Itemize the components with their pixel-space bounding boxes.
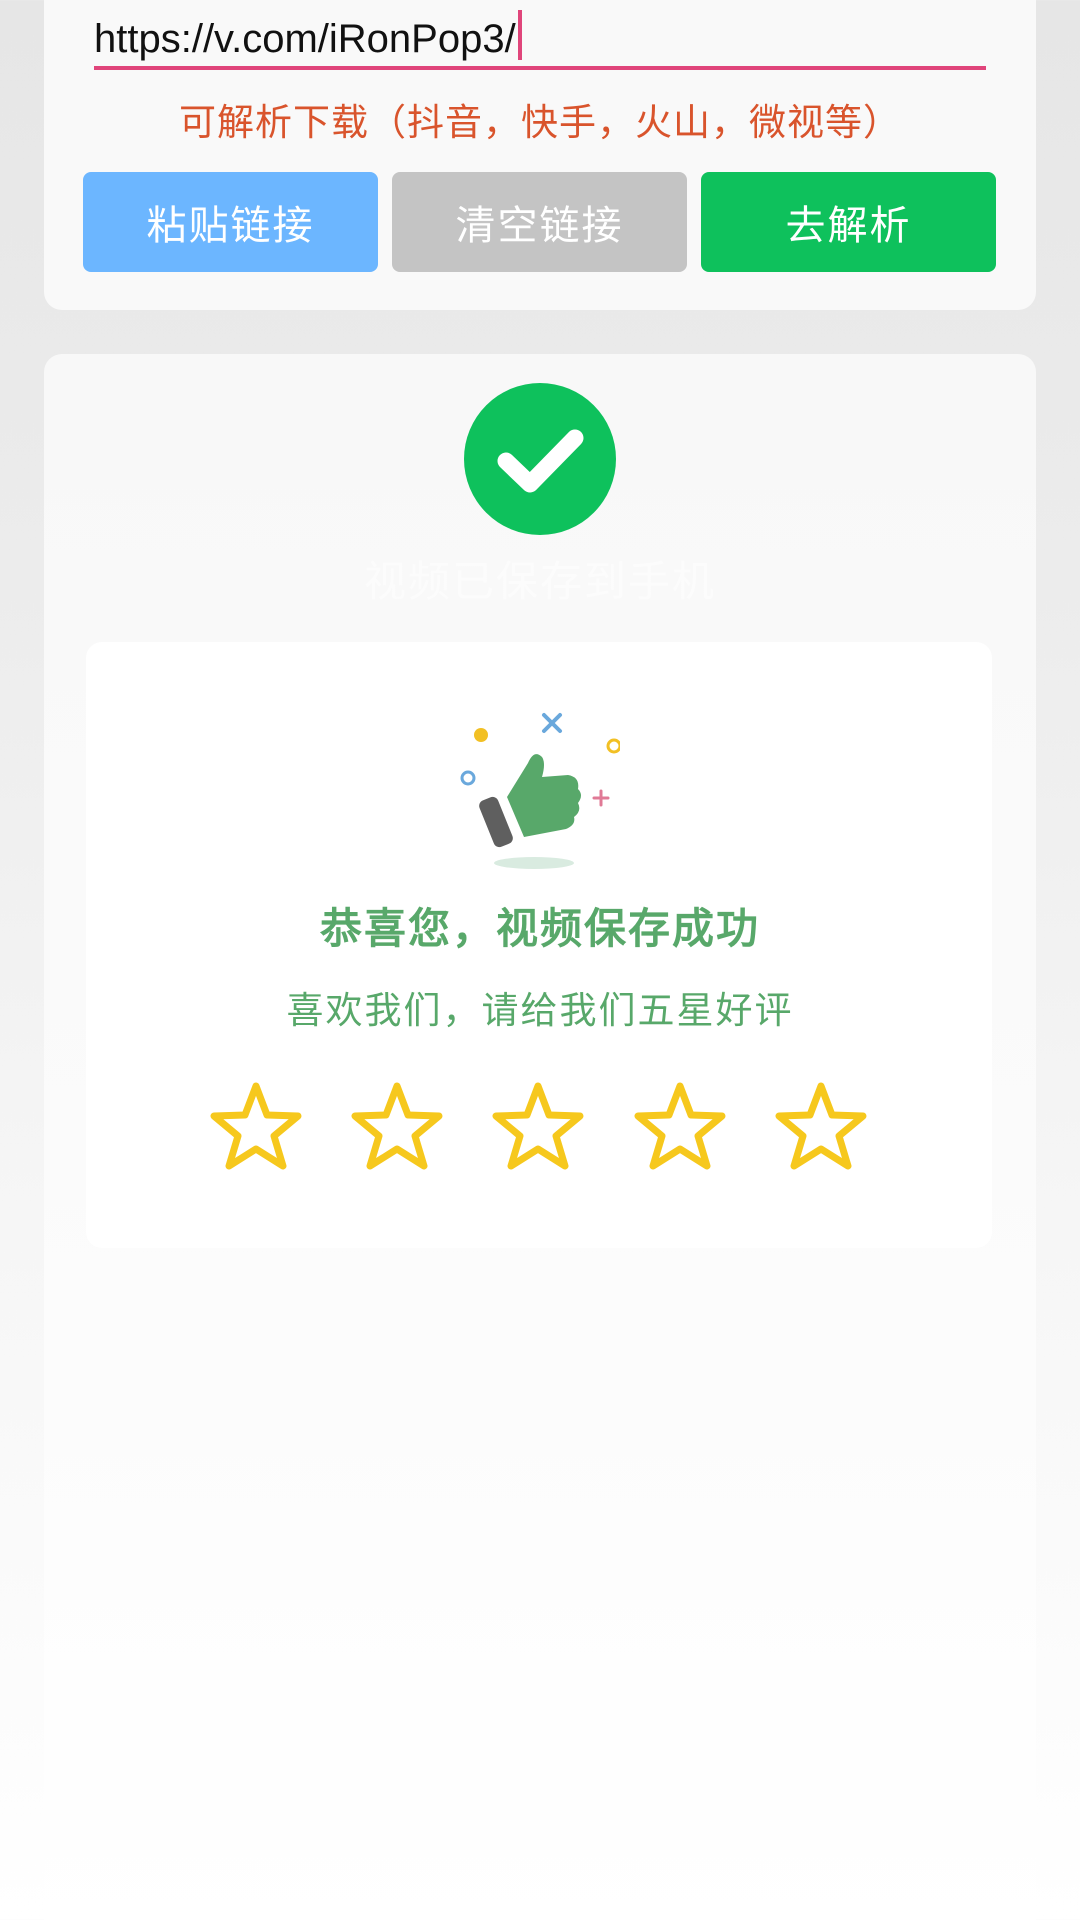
star-5-icon[interactable]	[771, 1078, 871, 1178]
url-input-field[interactable]: https://v.com/iRonPop3/	[94, 0, 986, 70]
url-input-underline	[94, 66, 986, 70]
star-rating[interactable]	[206, 1078, 874, 1178]
check-circle-icon	[464, 383, 616, 535]
paste-link-button[interactable]: 粘贴链接	[83, 172, 378, 272]
text-caret	[517, 10, 522, 60]
star-2-icon[interactable]	[347, 1078, 447, 1178]
star-3-icon[interactable]	[488, 1078, 588, 1178]
url-input-value[interactable]: https://v.com/iRonPop3/	[94, 10, 522, 62]
thumbs-up-icon	[460, 705, 622, 875]
supported-platforms-hint: 可解析下载（抖音，快手，火山，微视等）	[179, 101, 901, 144]
rating-title: 恭喜您，视频保存成功	[319, 904, 760, 953]
star-1-icon[interactable]	[206, 1078, 306, 1178]
star-4-icon[interactable]	[630, 1078, 730, 1178]
rating-subtitle: 喜欢我们，请给我们五星好评	[286, 989, 794, 1032]
clear-link-button[interactable]: 清空链接	[392, 172, 687, 272]
save-status-caption: 视频已保存到手机	[363, 557, 716, 606]
parse-button[interactable]: 去解析	[701, 172, 996, 272]
